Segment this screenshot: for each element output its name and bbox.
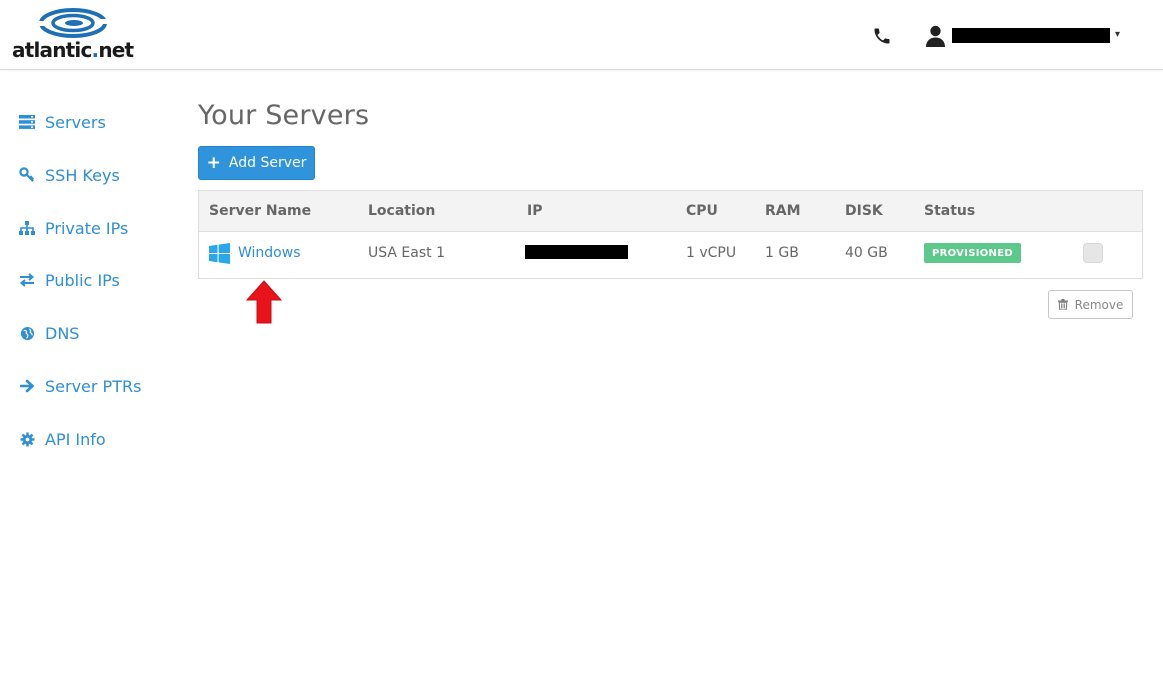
user-icon[interactable]	[926, 25, 945, 47]
annotation-arrow-up-icon	[246, 280, 282, 324]
remove-button[interactable]: Remove	[1048, 290, 1133, 319]
logo-swirl-icon	[38, 8, 108, 38]
table-row[interactable]: Windows USA East 1 1 vCPU 1 GB 40 GB PRO…	[199, 232, 1142, 278]
arrow-right-icon	[18, 378, 36, 394]
sidebar-item-dns[interactable]: DNS	[18, 321, 79, 345]
gear-icon	[18, 431, 36, 447]
logo-wordmark: atlantic.net	[12, 38, 134, 62]
sidebar-item-label: Server PTRs	[45, 376, 142, 396]
sidebar-item-api-info[interactable]: API Info	[18, 427, 106, 451]
user-menu-caret-icon[interactable]: ▾	[1115, 29, 1120, 40]
server-cpu: 1 vCPU	[686, 245, 737, 261]
column-header-cpu[interactable]: CPU	[686, 203, 718, 219]
trash-icon	[1057, 299, 1068, 310]
user-name-redacted[interactable]	[952, 28, 1110, 43]
sidebar-item-label: Public IPs	[45, 270, 120, 290]
column-header-status[interactable]: Status	[924, 203, 975, 219]
exchange-icon	[18, 272, 36, 288]
page-title: Your Servers	[198, 100, 370, 131]
add-server-button[interactable]: + Add Server	[198, 146, 315, 180]
sitemap-icon	[18, 220, 36, 236]
remove-button-label: Remove	[1074, 297, 1124, 312]
column-header-location[interactable]: Location	[368, 203, 435, 219]
sidebar-item-private-ips[interactable]: Private IPs	[18, 216, 128, 240]
sidebar-item-label: Servers	[45, 112, 106, 132]
sidebar-item-public-ips[interactable]: Public IPs	[18, 268, 120, 292]
status-badge: PROVISIONED	[924, 243, 1021, 263]
server-icon	[18, 114, 36, 130]
server-name-link[interactable]: Windows	[238, 245, 301, 261]
plus-icon: +	[206, 152, 221, 173]
server-disk: 40 GB	[845, 245, 888, 261]
sidebar-item-server-ptrs[interactable]: Server PTRs	[18, 374, 141, 398]
servers-table: Server Name Location IP CPU RAM DISK Sta…	[198, 190, 1143, 279]
phone-icon[interactable]	[872, 26, 892, 46]
column-header-ram[interactable]: RAM	[765, 203, 801, 219]
sidebar-item-ssh-keys[interactable]: SSH Keys	[18, 163, 120, 187]
server-ip-redacted	[525, 245, 628, 259]
server-location: USA East 1	[368, 245, 445, 261]
sidebar-item-servers[interactable]: Servers	[18, 110, 106, 134]
sidebar-item-label: DNS	[45, 323, 80, 343]
atlantic-net-logo[interactable]: atlantic.net	[12, 8, 134, 64]
column-header-disk[interactable]: DISK	[845, 203, 883, 219]
windows-icon	[209, 243, 230, 264]
globe-icon	[18, 325, 36, 341]
column-header-ip[interactable]: IP	[527, 203, 542, 219]
sidebar-item-label: SSH Keys	[45, 165, 120, 185]
table-header-row: Server Name Location IP CPU RAM DISK Sta…	[199, 191, 1142, 232]
add-server-label: Add Server	[228, 155, 307, 171]
top-header: atlantic.net ▾	[0, 0, 1163, 70]
row-select-checkbox[interactable]	[1083, 243, 1103, 263]
column-header-server-name[interactable]: Server Name	[209, 203, 311, 219]
key-icon	[18, 167, 36, 183]
server-ram: 1 GB	[765, 245, 799, 261]
sidebar-item-label: API Info	[45, 429, 106, 449]
sidebar-item-label: Private IPs	[45, 218, 129, 238]
